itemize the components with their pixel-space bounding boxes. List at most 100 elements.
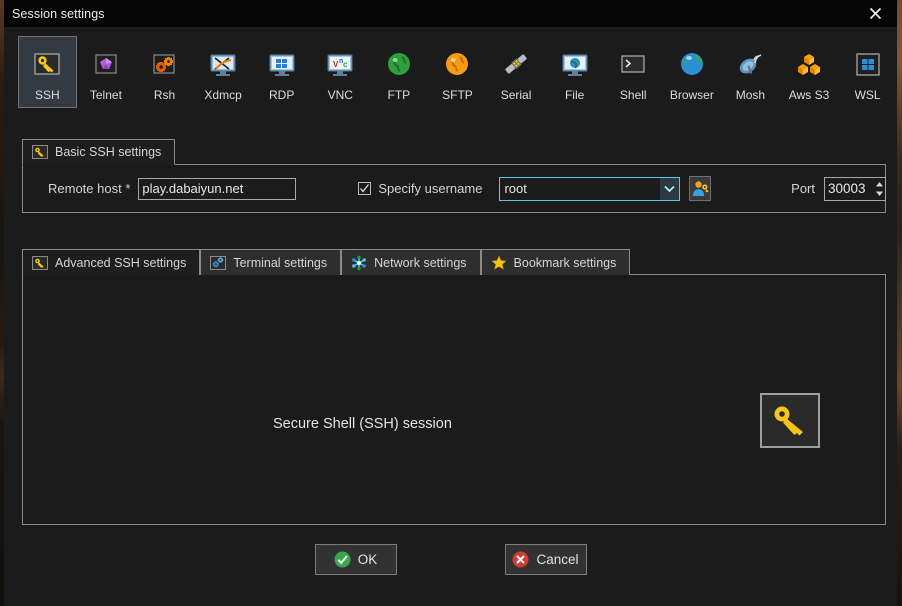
protocol-label: Aws S3 bbox=[788, 88, 830, 102]
basic-settings-tabstrip: Basic SSH settings bbox=[22, 138, 176, 165]
satellite-dish-icon bbox=[740, 54, 762, 75]
title-bar: Session settings bbox=[4, 0, 897, 27]
orange-gears-icon bbox=[153, 54, 176, 74]
port-spinner[interactable] bbox=[873, 178, 885, 200]
protocol-item-serial[interactable]: Serial bbox=[487, 36, 546, 108]
remote-host-input[interactable] bbox=[138, 177, 297, 200]
advanced-settings-tabstrip: Advanced SSH settings Terminal settings … bbox=[22, 248, 631, 275]
ok-button-label: OK bbox=[357, 552, 378, 567]
username-input[interactable] bbox=[500, 177, 661, 200]
red-cross-icon bbox=[512, 551, 529, 568]
protocol-label: Shell bbox=[619, 88, 647, 102]
tab-label: Terminal settings bbox=[233, 255, 328, 270]
protocol-label: Telnet bbox=[89, 88, 122, 102]
globe-monitor-icon bbox=[562, 54, 588, 76]
protocol-item-browser[interactable]: Browser bbox=[663, 36, 722, 108]
specify-username-label: Specify username bbox=[378, 181, 483, 196]
protocol-label: SFTP bbox=[442, 88, 473, 102]
cancel-button[interactable]: Cancel bbox=[504, 544, 587, 575]
key-icon bbox=[774, 406, 803, 435]
ok-button[interactable]: OK bbox=[314, 544, 397, 575]
basic-settings-group: Basic SSH settings Remote host * Specify… bbox=[22, 138, 886, 213]
session-description-text: Secure Shell (SSH) session bbox=[273, 416, 452, 432]
protocol-item-vnc[interactable]: V n c VNC bbox=[311, 36, 370, 108]
protocol-item-aws-s3[interactable]: Aws S3 bbox=[780, 36, 839, 108]
protocol-item-xdmcp[interactable]: Xdmcp bbox=[194, 36, 253, 108]
tab-advanced-ssh-settings[interactable]: Advanced SSH settings bbox=[22, 249, 201, 275]
page-title: Session settings bbox=[12, 6, 105, 21]
session-type-icon-frame bbox=[760, 393, 820, 448]
serial-plug-icon bbox=[505, 54, 527, 74]
blue-globe-icon bbox=[680, 53, 703, 75]
session-settings-dialog: Session settings SSH Telnet Rsh Xdmcp RD… bbox=[4, 0, 897, 606]
remote-host-label: Remote host * bbox=[48, 181, 131, 196]
windows-logo-icon bbox=[855, 53, 880, 76]
tab-basic-ssh-settings[interactable]: Basic SSH settings bbox=[22, 139, 176, 165]
checkmark-icon bbox=[360, 184, 370, 193]
key-icon bbox=[32, 255, 48, 270]
protocol-label: FTP bbox=[387, 88, 411, 102]
protocol-item-mosh[interactable]: Mosh bbox=[721, 36, 780, 108]
protocol-label: Mosh bbox=[735, 88, 766, 102]
protocol-item-rsh[interactable]: Rsh bbox=[135, 36, 194, 108]
terminal-prompt-icon bbox=[621, 55, 645, 73]
vnc-monitor-icon: V n c bbox=[327, 54, 353, 76]
advanced-settings-group: Secure Shell (SSH) session Advanced SSH … bbox=[22, 248, 886, 525]
protocol-label: WSL bbox=[854, 88, 881, 102]
basic-settings-row: Remote host * Specify username bbox=[22, 164, 886, 213]
blue-gears-icon bbox=[210, 255, 227, 270]
close-icon bbox=[869, 7, 881, 20]
spinner-arrows-icon bbox=[875, 181, 883, 196]
network-icon bbox=[352, 255, 367, 270]
protocol-label: Browser bbox=[669, 88, 714, 102]
port-label: Port bbox=[791, 181, 815, 196]
protocol-label: File bbox=[564, 88, 585, 102]
protocol-label: Serial bbox=[500, 88, 532, 102]
protocol-toolbar: SSH Telnet Rsh Xdmcp RDP V n c VNC FTP S… bbox=[4, 27, 897, 113]
username-dropdown-button[interactable] bbox=[660, 177, 680, 200]
chevron-down-icon bbox=[664, 185, 676, 193]
user-key-icon bbox=[692, 181, 709, 196]
username-combobox[interactable] bbox=[499, 176, 681, 201]
tab-terminal-settings[interactable]: Terminal settings bbox=[200, 249, 342, 275]
cancel-button-label: Cancel bbox=[536, 552, 579, 567]
protocol-item-wsl[interactable]: WSL bbox=[838, 36, 897, 108]
protocol-item-file[interactable]: File bbox=[545, 36, 604, 108]
close-button[interactable] bbox=[853, 0, 897, 27]
key-icon bbox=[34, 53, 60, 75]
protocol-item-ftp[interactable]: FTP bbox=[370, 36, 429, 108]
green-check-icon bbox=[334, 551, 351, 568]
protocol-label: Rsh bbox=[153, 88, 176, 102]
session-description-panel: Secure Shell (SSH) session bbox=[22, 274, 886, 525]
green-globe-icon bbox=[387, 53, 410, 75]
port-input[interactable] bbox=[825, 177, 873, 200]
protocol-label: Xdmcp bbox=[204, 88, 242, 102]
dialog-actions: OK Cancel bbox=[4, 544, 897, 575]
orange-globe-icon bbox=[446, 53, 469, 75]
tab-label: Basic SSH settings bbox=[55, 145, 162, 159]
x-monitor-icon bbox=[210, 54, 236, 76]
protocol-item-telnet[interactable]: Telnet bbox=[77, 36, 136, 108]
star-icon bbox=[491, 254, 507, 270]
protocol-label: RDP bbox=[269, 88, 295, 102]
aws-cubes-icon bbox=[798, 54, 821, 75]
tab-bookmark-settings[interactable]: Bookmark settings bbox=[480, 249, 631, 275]
protocol-item-ssh[interactable]: SSH bbox=[18, 36, 77, 108]
tab-label: Advanced SSH settings bbox=[55, 255, 187, 270]
protocol-label: SSH bbox=[34, 88, 60, 102]
tab-label: Bookmark settings bbox=[513, 255, 617, 270]
purple-gem-icon bbox=[95, 54, 117, 74]
select-user-credential-button[interactable] bbox=[689, 176, 712, 201]
tab-label: Network settings bbox=[374, 255, 467, 270]
svg-text:c: c bbox=[343, 60, 348, 69]
tab-network-settings[interactable]: Network settings bbox=[341, 249, 481, 275]
key-icon bbox=[32, 145, 48, 159]
protocol-item-shell[interactable]: Shell bbox=[604, 36, 663, 108]
protocol-label: VNC bbox=[327, 88, 353, 102]
port-spinbox[interactable] bbox=[824, 176, 886, 201]
protocol-item-sftp[interactable]: SFTP bbox=[428, 36, 487, 108]
checkbox-box bbox=[358, 182, 372, 195]
windows-monitor-icon bbox=[269, 54, 295, 76]
specify-username-checkbox[interactable]: Specify username bbox=[358, 181, 482, 196]
protocol-item-rdp[interactable]: RDP bbox=[252, 36, 311, 108]
